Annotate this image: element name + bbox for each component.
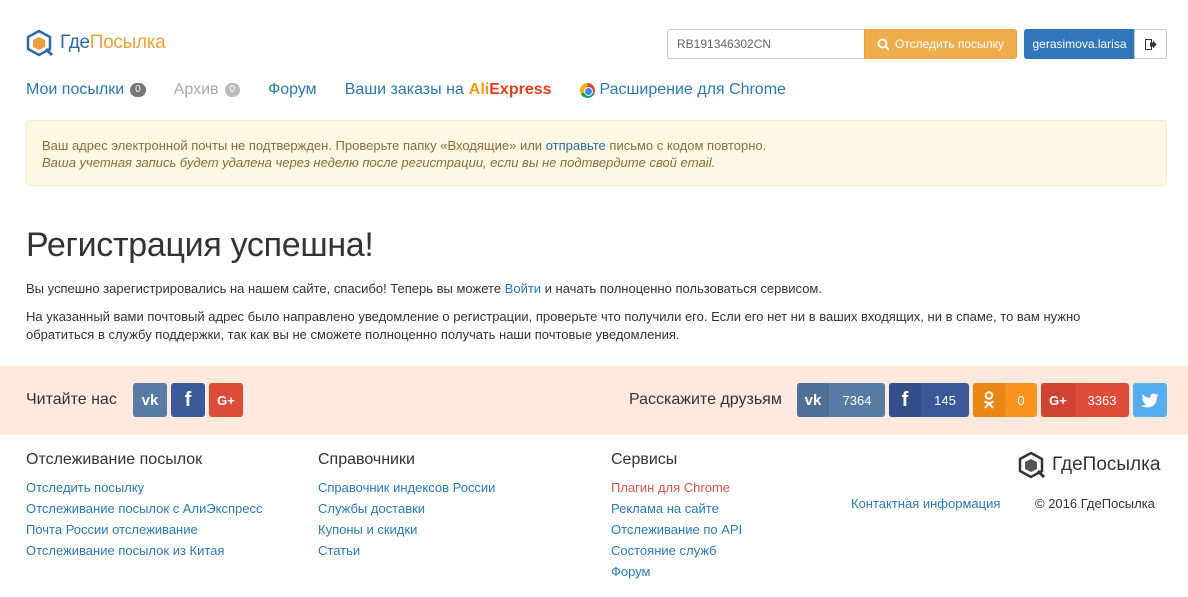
footer-link[interactable]: Отслеживание посылок с АлиЭкспресс xyxy=(26,498,263,519)
footer-link[interactable]: Справочник индексов России xyxy=(318,477,495,498)
footer-link[interactable]: Отслеживание посылок из Китая xyxy=(26,540,263,561)
email-unverified-alert: Ваш адрес электронной почты не подтвержд… xyxy=(26,120,1167,186)
follow-facebook-button[interactable]: f xyxy=(171,383,205,417)
share-ok-button[interactable]: 0 xyxy=(973,383,1037,417)
footer-link[interactable]: Реклама на сайте xyxy=(611,498,742,519)
footer-col-title: Справочники xyxy=(318,451,415,468)
facebook-icon: f xyxy=(889,383,921,417)
google-plus-icon: G+ xyxy=(217,392,235,408)
site-logo[interactable]: ГдеПосылка xyxy=(26,29,166,57)
nav-archive[interactable]: Архив 0 xyxy=(174,78,241,102)
social-band: Читайте нас vk f G+ Расскажите друзьям v… xyxy=(0,366,1188,435)
fb-share-count: 145 xyxy=(934,392,956,408)
footer-col-references: Справочники Справочник индексов России С… xyxy=(318,451,495,561)
read-us-label: Читайте нас xyxy=(26,391,117,408)
footer-col-tracking: Отслеживание посылок Отследить посылку О… xyxy=(26,451,263,561)
resend-email-link[interactable]: отправьте xyxy=(546,138,606,153)
chrome-icon xyxy=(579,82,595,98)
contact-info-link[interactable]: Контактная информация xyxy=(851,496,1000,511)
archive-count-badge: 0 xyxy=(224,83,241,97)
google-plus-icon: G+ xyxy=(1041,383,1075,417)
logout-button[interactable] xyxy=(1134,29,1167,59)
nav-aliexpress-orders[interactable]: Ваши заказы на Ali Express xyxy=(345,78,552,102)
tracking-number-input[interactable] xyxy=(667,29,865,59)
alert-line-1: Ваш адрес электронной почты не подтвержд… xyxy=(42,138,767,153)
footer-link[interactable]: Службы доставки xyxy=(318,498,495,519)
footer-col-title: Отслеживание посылок xyxy=(26,451,203,468)
logo-box-icon xyxy=(1018,451,1046,479)
footer-col-services: Сервисы Плагин для Chrome Реклама на сай… xyxy=(611,451,742,582)
user-account-button[interactable]: gerasimova.larisa xyxy=(1024,29,1135,59)
vk-icon: vk xyxy=(141,391,159,409)
alert-line-2: Ваша учетная запись будет удалена через … xyxy=(42,155,716,170)
aliexpress-logo-express: Express xyxy=(489,81,552,98)
follow-vk-button[interactable]: vk xyxy=(133,383,167,417)
share-facebook-button[interactable]: f 145 xyxy=(889,383,969,417)
twitter-icon xyxy=(1141,393,1159,407)
success-message: Вы успешно зарегистрировались на нашем с… xyxy=(26,281,822,296)
ok-share-count: 0 xyxy=(1017,392,1025,408)
nav-my-parcels[interactable]: Мои посылки 0 xyxy=(26,78,146,102)
footer-link[interactable]: Форум xyxy=(611,561,742,582)
my-parcels-count-badge: 0 xyxy=(130,83,146,97)
vk-icon: vk xyxy=(797,383,829,417)
vk-share-count: 7364 xyxy=(842,392,872,408)
gplus-share-count: 3363 xyxy=(1087,392,1117,408)
tell-friends-label: Расскажите друзьям xyxy=(629,391,782,408)
footer-link[interactable]: Состояние служб xyxy=(611,540,742,561)
odnoklassniki-icon xyxy=(973,383,1005,417)
footer-logo[interactable]: ГдеПосылка xyxy=(1018,451,1160,479)
footer-link[interactable]: Отследить посылку xyxy=(26,477,263,498)
footer-link[interactable]: Статьи xyxy=(318,540,495,561)
share-gplus-button[interactable]: G+ 3363 xyxy=(1041,383,1129,417)
share-twitter-button[interactable] xyxy=(1133,383,1167,417)
footer-col-title: Сервисы xyxy=(611,451,678,468)
nav-forum[interactable]: Форум xyxy=(268,78,317,102)
facebook-icon: f xyxy=(184,388,192,411)
header: ГдеПосылка Отследить посылку gerasimova.… xyxy=(0,0,1188,70)
footer-link[interactable]: Купоны и скидки xyxy=(318,519,495,540)
footer-link[interactable]: Отслеживание по API xyxy=(611,519,742,540)
footer-link[interactable]: Почта России отслеживание xyxy=(26,519,263,540)
notification-message: На указанный вами почтовый адрес было на… xyxy=(26,309,1081,342)
track-parcel-button[interactable]: Отследить посылку xyxy=(864,29,1017,59)
login-link[interactable]: Войти xyxy=(505,281,541,296)
page-title: Регистрация успешна! xyxy=(26,226,374,264)
search-icon xyxy=(877,38,890,51)
main-nav: Мои посылки 0 Архив 0 Форум Ваши заказы … xyxy=(26,78,814,102)
aliexpress-logo-ali: Ali xyxy=(468,81,490,98)
follow-gplus-button[interactable]: G+ xyxy=(209,383,243,417)
logo-box-icon xyxy=(26,29,54,57)
logo-text: ГдеПосылка xyxy=(60,32,166,53)
copyright: © 2016 ГдеПосылка xyxy=(1035,496,1155,511)
nav-chrome-extension[interactable]: Расширение для Chrome xyxy=(579,78,786,102)
share-vk-button[interactable]: vk 7364 xyxy=(797,383,885,417)
logout-icon xyxy=(1144,38,1156,50)
footer-link-chrome-plugin[interactable]: Плагин для Chrome xyxy=(611,477,742,498)
